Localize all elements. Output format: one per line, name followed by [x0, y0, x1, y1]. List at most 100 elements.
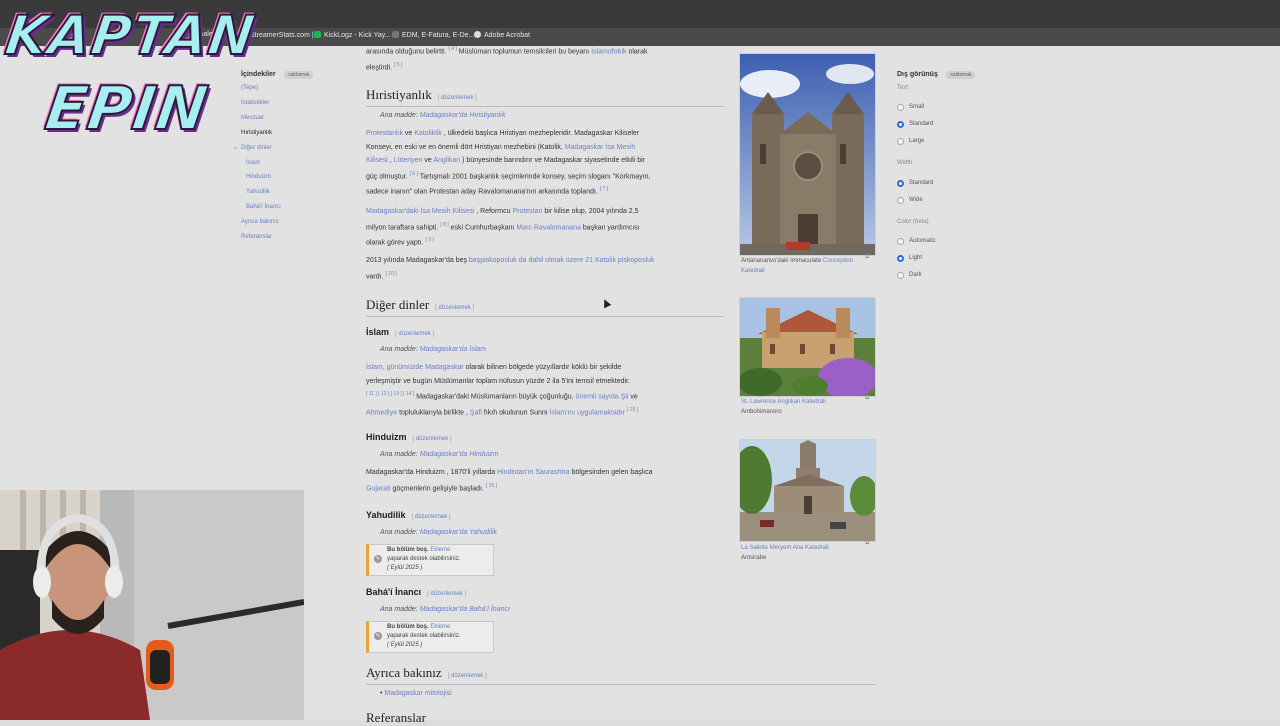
- text-size-large-radio[interactable]: [897, 138, 904, 145]
- appearance-group-text: Text: [897, 85, 909, 91]
- edit-link[interactable]: [ düzenlemek ]: [412, 514, 451, 520]
- bookmark-item[interactable]: Adobe Acrobat: [474, 31, 530, 39]
- subsection-heading-judaism: Yahudilik[ düzenlemek ]: [366, 510, 451, 520]
- article-link[interactable]: başpiskoposluk da dahil olmak üzere 21 K…: [469, 257, 655, 264]
- appearance-group-width: Width: [897, 160, 913, 166]
- article-link[interactable]: İslam'ını uygulamaktadır: [549, 409, 625, 416]
- list-item: • Madagaskar mitolojisi: [380, 690, 452, 697]
- color-automatic-radio[interactable]: [897, 238, 904, 245]
- bookmark-item[interactable]: EDM, E-Fatura, E-De...: [392, 31, 474, 39]
- main-article-link[interactable]: Madagaskar'da Yahudilik: [420, 529, 497, 536]
- subsection-heading-hinduism: Hinduizm[ düzenlemek ]: [366, 432, 452, 442]
- paragraph: 2013 yılında Madagaskar'da beş başpiskop…: [366, 257, 655, 280]
- article-link[interactable]: Hindistan'ın Saurashtra: [497, 469, 570, 476]
- appearance-header: Dış görünüş saklamak: [897, 63, 976, 81]
- article-link[interactable]: Anglikan: [433, 157, 460, 164]
- paragraph: İslam, günümüzde Madagaskar olarak bilin…: [366, 364, 639, 417]
- color-light-radio[interactable]: [897, 255, 904, 262]
- empty-section-notice: ✎ Bu bölüm boş. Ekleme yaparak destek ola…: [366, 544, 494, 576]
- article-link[interactable]: Marc Ravalomanana: [516, 224, 581, 231]
- cathedral-image[interactable]: [739, 53, 876, 256]
- width-standard-radio[interactable]: [897, 180, 904, 187]
- article-link[interactable]: önemli sayıda Şii: [576, 393, 629, 400]
- article-link[interactable]: Madagaskar mitolojisi: [384, 690, 451, 697]
- chevron-down-icon[interactable]: ⌄: [233, 144, 238, 151]
- toc-item[interactable]: (Tepe): [241, 85, 258, 91]
- section-heading-see-also: Ayrıca bakınız[ düzenlemek ]: [366, 665, 487, 680]
- edit-link[interactable]: [ düzenlemek ]: [438, 95, 477, 101]
- article-link[interactable]: Şafi: [470, 409, 482, 416]
- bookmark-item[interactable]: KickLogz - Kick Yay...: [314, 31, 391, 39]
- edit-link[interactable]: [ düzenlemek ]: [435, 305, 474, 311]
- article-link[interactable]: İslamofobik: [591, 48, 626, 55]
- toc-item[interactable]: Referanslar: [241, 234, 272, 240]
- toc-item[interactable]: Mevzuat: [241, 115, 264, 121]
- article-link[interactable]: İslam, günümüzde Madagaskar: [366, 364, 464, 371]
- appearance-title: Dış görünüş: [897, 71, 938, 78]
- article-link[interactable]: Protestan: [512, 208, 542, 215]
- radio-label: Standard: [909, 180, 934, 186]
- radio-label: Standard: [909, 121, 934, 127]
- width-wide-radio[interactable]: [897, 197, 904, 204]
- toc-header: İçindekiler saklamak: [241, 63, 314, 81]
- subsection-heading-bahai: Bahá'í İnancı[ düzenlemek ]: [366, 587, 467, 597]
- article-link[interactable]: Ahmediye: [366, 409, 397, 416]
- edit-link[interactable]: [ düzenlemek ]: [413, 436, 452, 442]
- article-link[interactable]: Madagaskar İsa Mesih: [565, 144, 635, 151]
- main-article-link[interactable]: Madagaskar'da Bahá'í İnancı: [420, 606, 510, 613]
- toc-subitem[interactable]: Yahudilik: [246, 189, 270, 195]
- main-article-link[interactable]: Madagaskar'da Hinduizm: [420, 451, 499, 458]
- appearance-group-color: Color (beta): [897, 219, 929, 225]
- image-caption: Antananarivo'daki Immaculate Conception …: [741, 258, 854, 274]
- expand-image-icon[interactable]: ⧉: [865, 540, 869, 547]
- edit-link[interactable]: [ düzenlemek ]: [448, 673, 487, 679]
- add-content-link[interactable]: Ekleme: [430, 547, 450, 553]
- text-size-small-radio[interactable]: [897, 104, 904, 111]
- main-article-note: Ana madde: Madagaskar'da Hıristiyanlık: [380, 112, 506, 119]
- toc-subitem[interactable]: Hinduizm: [246, 174, 271, 180]
- section-divider: [366, 684, 876, 685]
- cathedral-image[interactable]: [732, 439, 878, 542]
- article-link[interactable]: Katoliklik: [414, 130, 442, 137]
- radio-label: Small: [909, 104, 925, 110]
- toc-hide-button[interactable]: saklamak: [284, 71, 314, 79]
- article-link[interactable]: Madagaskar'daki İsa Mesih Kilisesi: [366, 208, 474, 215]
- radio-label: Large: [909, 138, 925, 144]
- article-link[interactable]: Protestanlık: [366, 130, 403, 137]
- webcam-overlay: [0, 490, 304, 720]
- logo-line-1: KAPTAN: [1, 3, 261, 68]
- paragraph: Madagaskar'da Hinduizm , 1870'li yıllard…: [366, 469, 653, 492]
- toc-item[interactable]: İstatistikler: [241, 100, 269, 106]
- radio-label: Light: [909, 255, 923, 261]
- main-article-link[interactable]: Madagaskar'da İslam: [420, 346, 486, 353]
- caption-link[interactable]: St. Lawrence Anglikan Katedrali: [741, 399, 826, 405]
- paragraph: Protestanlık ve Katoliklik , ülkedeki ba…: [366, 130, 651, 196]
- caption-link[interactable]: La Salette Meryem Ana Katedrali: [741, 545, 829, 551]
- la-salette-cathedral-image: [732, 440, 878, 541]
- section-divider: [366, 316, 724, 317]
- add-content-link[interactable]: Ekleme: [430, 624, 450, 630]
- expand-image-icon[interactable]: ⧉: [865, 254, 869, 261]
- toc-subitem[interactable]: İslam: [246, 160, 260, 166]
- main-article-link[interactable]: Madagaskar'da Hıristiyanlık: [420, 112, 506, 119]
- color-dark-radio[interactable]: [897, 272, 904, 279]
- article-link[interactable]: Kilisesi: [366, 157, 388, 164]
- toc-item-current[interactable]: Hıristiyanlık: [241, 130, 272, 136]
- edit-link[interactable]: [ düzenlemek ]: [427, 591, 466, 597]
- appearance-hide-button[interactable]: saklamak: [946, 71, 976, 79]
- cathedral-image[interactable]: [738, 297, 878, 398]
- article-link[interactable]: Gujarati: [366, 485, 391, 492]
- toc-item[interactable]: Ayrıca bakınız: [241, 219, 279, 225]
- expand-image-icon[interactable]: ⧉: [865, 395, 869, 402]
- article-link[interactable]: Lüteriyen: [394, 157, 423, 164]
- bookmark-favicon-icon: [314, 31, 321, 38]
- webcam-feed-image: [0, 490, 304, 720]
- section-heading-references: Referanslar: [366, 710, 426, 725]
- text-size-standard-radio[interactable]: [897, 121, 904, 128]
- edit-link[interactable]: [ düzenlemek ]: [395, 331, 434, 337]
- toc-subitem[interactable]: Bahá'í İnancı: [246, 204, 281, 210]
- main-article-note: Ana madde: Madagaskar'da Bahá'í İnancı: [380, 606, 510, 613]
- main-article-note: Ana madde: Madagaskar'da Yahudilik: [380, 529, 498, 536]
- toc-item[interactable]: Diğer dinler: [241, 145, 272, 151]
- image-caption: La Salette Meryem Ana Katedrali Antsirabe: [741, 545, 829, 561]
